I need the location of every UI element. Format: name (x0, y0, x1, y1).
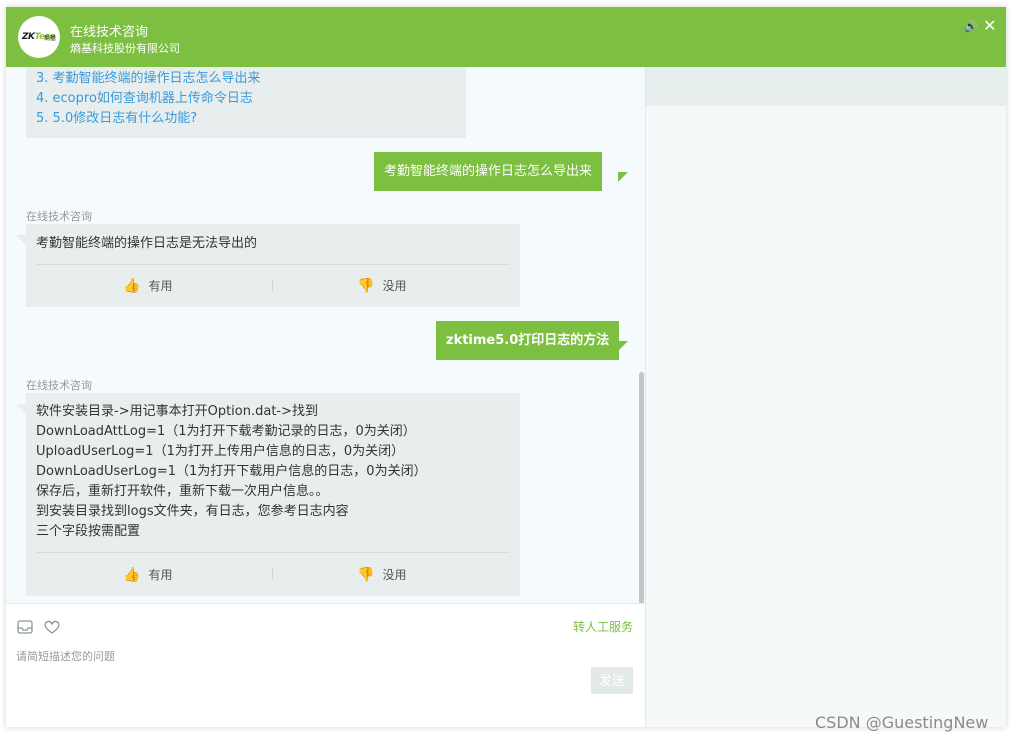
heart-icon[interactable] (43, 618, 61, 636)
bot-sender-name: 在线技术咨询 (26, 379, 92, 392)
header-bar: ZKTeco 熵基 在线技术咨询 熵基科技股份有限公司 🔊 ✕ (6, 7, 1006, 67)
close-icon[interactable]: ✕ (983, 16, 996, 35)
divider (36, 552, 510, 553)
transfer-to-human-button[interactable]: 转人工服务 (573, 618, 633, 635)
message-line: DownLoadAttLog=1（1为打开下载考勤记录的日志，0为关闭） (36, 424, 416, 439)
logo-subtext: 熵基 (44, 35, 57, 42)
message-line: 到安装目录找到logs文件夹，有日志，您参考日志内容 (36, 504, 349, 519)
side-panel (645, 67, 1007, 727)
bot-sender-name: 在线技术咨询 (26, 210, 92, 223)
question-input[interactable]: 请简短描述您的问题 (16, 648, 115, 664)
message-line: DownLoadUserLog=1（1为打开下载用户信息的日志，0为关闭） (36, 464, 427, 479)
bot-message-text: 软件安装目录->用记事本打开Option.dat->找到 DownLoadAtt… (36, 402, 427, 542)
message-line: 三个字段按需配置 (36, 524, 141, 539)
input-area: 转人工服务 请简短描述您的问题 发送 (6, 603, 645, 727)
thumb-up-icon: 👍 (123, 567, 141, 583)
thumb-up-icon: 👍 (123, 278, 141, 294)
user-bubble-tail (618, 341, 628, 351)
chat-title: 在线技术咨询 (70, 25, 149, 40)
vote-separator (272, 279, 273, 291)
bot-message: 考勤智能终端的操作日志是无法导出的 👍 有用 👎 没用 (26, 224, 520, 307)
message-line: 软件安装目录->用记事本打开Option.dat->找到 (36, 404, 319, 419)
user-message: zktime5.0打印日志的方法 (436, 321, 620, 360)
suggestion-link[interactable]: 4. ecopro如何查询机器上传命令日志 (36, 89, 456, 109)
thumb-down-icon: 👎 (357, 567, 375, 583)
useful-button[interactable]: 👍 有用 (123, 276, 172, 296)
suggestion-link[interactable]: 5. 5.0修改日志有什么功能? (36, 109, 456, 129)
side-panel-header (646, 67, 1007, 106)
suggestion-bubble: 3. 考勤智能终端的操作日志怎么导出来 4. ecopro如何查询机器上传命令日… (26, 67, 466, 138)
useless-button[interactable]: 👎 没用 (357, 276, 406, 296)
company-name: 熵基科技股份有限公司 (70, 42, 180, 55)
message-box-icon[interactable] (16, 618, 34, 636)
send-button[interactable]: 发送 (591, 667, 633, 694)
message-line: UploadUserLog=1（1为打开上传用户信息的日志，0为关闭） (36, 444, 405, 459)
vote-separator (272, 568, 273, 580)
sound-icon[interactable]: 🔊 (964, 20, 978, 33)
watermark: CSDN @GuestingNew (815, 713, 989, 732)
bot-message-text: 考勤智能终端的操作日志是无法导出的 (36, 236, 258, 251)
thumb-down-icon: 👎 (357, 278, 375, 294)
useful-button[interactable]: 👍 有用 (123, 565, 172, 585)
message-line: 保存后，重新打开软件，重新下载一次用户信息。。 (36, 484, 329, 499)
scrollbar[interactable] (639, 372, 644, 603)
user-bubble-tail (618, 172, 628, 182)
chat-window: ZKTeco 熵基 在线技术咨询 熵基科技股份有限公司 🔊 ✕ 3. 考勤智能终… (6, 7, 1007, 727)
bot-bubble-tail (16, 404, 26, 414)
user-message: 考勤智能终端的操作日志怎么导出来 (374, 152, 603, 191)
useless-button[interactable]: 👎 没用 (357, 565, 406, 585)
suggestion-link[interactable]: 3. 考勤智能终端的操作日志怎么导出来 (36, 69, 456, 89)
company-logo: ZKTeco 熵基 (18, 16, 60, 58)
bot-message: 软件安装目录->用记事本打开Option.dat->找到 DownLoadAtt… (26, 393, 520, 596)
bot-bubble-tail (16, 235, 26, 245)
divider (36, 264, 510, 265)
message-list: 3. 考勤智能终端的操作日志怎么导出来 4. ecopro如何查询机器上传命令日… (6, 67, 645, 603)
